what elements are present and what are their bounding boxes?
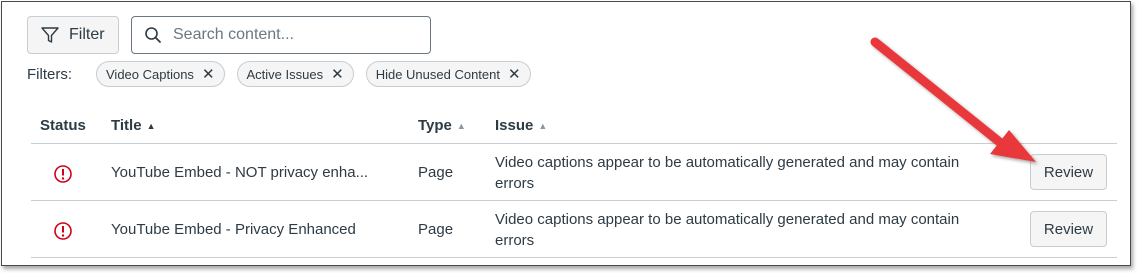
row-title[interactable]: YouTube Embed - NOT privacy enha... xyxy=(111,164,368,181)
filter-chip-label: Video Captions xyxy=(106,66,194,82)
column-header-type[interactable]: Type ▲ xyxy=(418,117,466,134)
row-type: Page xyxy=(418,164,454,181)
close-icon[interactable]: ✕ xyxy=(331,67,344,82)
row-title[interactable]: YouTube Embed - Privacy Enhanced xyxy=(111,221,356,238)
table-row: YouTube Embed - NOT privacy enha... Page… xyxy=(31,144,1117,200)
error-icon xyxy=(54,222,72,240)
column-header-issue[interactable]: Issue ▲ xyxy=(495,117,547,134)
filter-chip-label: Hide Unused Content xyxy=(375,66,500,82)
filter-chip-label: Active Issues xyxy=(246,66,324,82)
row-type: Page xyxy=(418,221,454,238)
row-divider xyxy=(31,257,1117,258)
review-button[interactable]: Review xyxy=(1030,211,1107,247)
funnel-icon xyxy=(41,27,59,43)
sort-icon: ▲ xyxy=(538,120,548,131)
filters-label: Filters: xyxy=(27,66,72,83)
search-icon xyxy=(145,27,161,43)
sort-ascending-icon: ▲ xyxy=(146,120,156,131)
close-icon[interactable]: ✕ xyxy=(202,67,215,82)
filter-chip-active-issues[interactable]: Active Issues ✕ xyxy=(236,61,354,87)
filter-chip-hide-unused-content[interactable]: Hide Unused Content ✕ xyxy=(365,61,531,87)
row-issue: Video captions appear to be automaticall… xyxy=(495,154,960,192)
search-box[interactable] xyxy=(131,16,431,54)
review-button[interactable]: Review xyxy=(1030,154,1107,190)
filter-chips: Video Captions ✕ Active Issues ✕ Hide Un… xyxy=(96,61,531,87)
filter-button[interactable]: Filter xyxy=(27,16,119,54)
error-icon xyxy=(54,165,72,183)
close-icon[interactable]: ✕ xyxy=(508,67,521,82)
row-issue: Video captions appear to be automaticall… xyxy=(495,211,960,249)
column-header-title[interactable]: Title ▲ xyxy=(111,117,156,134)
content-panel: Filter Filters: Video Captions ✕ Active … xyxy=(1,1,1131,266)
filter-button-label: Filter xyxy=(69,26,105,43)
sort-icon: ▲ xyxy=(456,120,466,131)
column-header-status: Status xyxy=(40,117,86,134)
table-row: YouTube Embed - Privacy Enhanced Page Vi… xyxy=(31,201,1117,257)
search-input[interactable] xyxy=(171,25,415,45)
filter-chip-video-captions[interactable]: Video Captions ✕ xyxy=(96,61,225,87)
